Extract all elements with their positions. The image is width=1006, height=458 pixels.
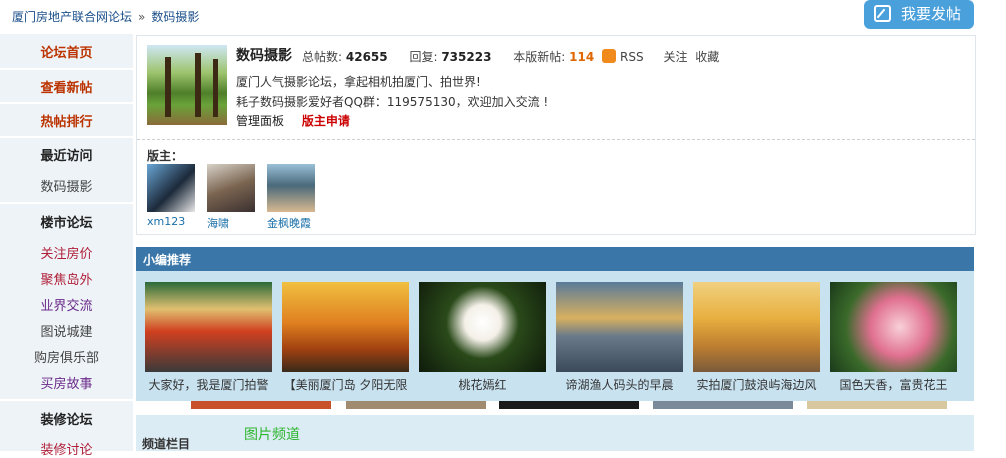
new-post-button[interactable]: 我要发帖: [864, 0, 974, 29]
sidebar-item-digital-photo[interactable]: 数码摄影: [0, 176, 133, 195]
forum-description: 厦门人气摄影论坛，拿起相机拍厦门、拍世界!: [236, 75, 481, 89]
sidebar-heading-property-forum: 楼市论坛: [40, 216, 93, 231]
breadcrumb: 厦门房地产联合网论坛 » 数码摄影: [12, 8, 199, 25]
sidebar-item-outer-island[interactable]: 聚焦岛外: [0, 269, 133, 288]
posts-count: 42655: [345, 50, 388, 64]
breadcrumb-root-link[interactable]: 厦门房地产联合网论坛: [12, 10, 132, 24]
featured-caption[interactable]: 大家好，我是厦门拍警: [145, 376, 272, 393]
strip-image: [346, 401, 486, 409]
strip-image: [807, 401, 947, 409]
sidebar: 论坛首页 查看新帖 热帖排行 最近访问 数码摄影 楼市论坛 关注房价 聚焦岛外 …: [0, 34, 133, 458]
replies-label: 回复:: [409, 50, 438, 64]
featured-caption[interactable]: 桃花嫣红: [419, 376, 546, 393]
sidebar-divider: [0, 68, 133, 70]
new-post-label: 我要发帖: [901, 5, 962, 23]
featured-header: 小编推荐: [136, 247, 974, 271]
featured-item[interactable]: 实拍厦门鼓浪屿海边风: [693, 282, 820, 393]
posts-label: 总帖数:: [302, 50, 343, 64]
forum-title: 数码摄影: [236, 48, 292, 64]
secondary-strip: [136, 401, 974, 413]
moderator-avatar[interactable]: [267, 164, 315, 212]
rss-link[interactable]: RSS: [620, 50, 644, 64]
breadcrumb-separator: »: [138, 10, 146, 24]
channel-section: 频道栏目 图片频道: [136, 415, 974, 451]
sidebar-item-hot-ranking[interactable]: 热帖排行: [0, 111, 133, 130]
sidebar-divider: [0, 136, 133, 138]
forum-stats: 总帖数: 42655 回复: 735223 本版新帖: 114 RSS 关注 收…: [302, 48, 719, 65]
featured-caption[interactable]: 国色天香，富贵花王: [830, 376, 957, 393]
sidebar-heading-decoration-forum: 装修论坛: [40, 413, 93, 428]
featured-caption[interactable]: 实拍厦门鼓浪屿海边风: [693, 376, 820, 393]
moderator-avatar[interactable]: [147, 164, 195, 212]
sidebar-heading-recent: 最近访问: [40, 149, 93, 164]
moderators-label: 版主：: [147, 149, 184, 163]
forum-thumbnail: [147, 45, 227, 125]
new-posts-label: 本版新帖:: [513, 50, 566, 64]
featured-image[interactable]: [830, 282, 957, 372]
sidebar-item-buyers-club[interactable]: 购房俱乐部: [0, 347, 133, 366]
sidebar-item-new-posts[interactable]: 查看新帖: [0, 77, 133, 96]
featured-item[interactable]: 【美丽厦门岛 夕阳无限: [282, 282, 409, 393]
strip-image: [191, 401, 331, 409]
featured-image[interactable]: [693, 282, 820, 372]
featured-caption[interactable]: 【美丽厦门岛 夕阳无限: [282, 376, 409, 393]
featured-title: 小编推荐: [143, 253, 192, 267]
divider: [137, 139, 975, 140]
follow-link[interactable]: 关注: [663, 50, 687, 64]
forum-admin-links: 管理面板 版主申请: [236, 112, 350, 129]
admin-panel-link[interactable]: 管理面板: [236, 114, 284, 128]
moderator-name[interactable]: 金枫晚霞: [267, 215, 337, 231]
forum-info-panel: 数码摄影 总帖数: 42655 回复: 735223 本版新帖: 114 RSS…: [136, 35, 976, 235]
new-posts-count: 114: [569, 50, 595, 64]
forum-qq-group: 耗子数码摄影爱好者QQ群：119575130，欢迎加入交流 !: [236, 95, 549, 109]
top-bar: 厦门房地产联合网论坛 » 数码摄影 我要发帖: [0, 0, 1006, 34]
featured-image[interactable]: [419, 282, 546, 372]
breadcrumb-current-link[interactable]: 数码摄影: [151, 10, 199, 24]
replies-count: 735223: [441, 50, 492, 64]
sidebar-divider: [0, 102, 133, 104]
sidebar-item-decoration-discussion[interactable]: 装修讨论: [0, 439, 133, 458]
strip-image: [499, 401, 639, 409]
edit-icon: [874, 5, 891, 22]
picture-channel-link[interactable]: 图片频道: [244, 424, 300, 444]
featured-item[interactable]: 国色天香，富贵花王: [830, 282, 957, 393]
featured-item[interactable]: 谛湖渔人码头的早晨: [556, 282, 683, 393]
channel-column-label: 频道栏目: [142, 437, 191, 451]
sidebar-item-city-construction[interactable]: 图说城建: [0, 321, 133, 340]
featured-carousel: 大家好，我是厦门拍警 【美丽厦门岛 夕阳无限 桃花嫣红 谛湖渔人码头的早晨 实拍…: [136, 271, 974, 401]
strip-image: [653, 401, 793, 409]
moderator-item[interactable]: 金枫晚霞: [267, 164, 337, 231]
sidebar-item-forum-home[interactable]: 论坛首页: [0, 42, 133, 61]
sidebar-item-house-prices[interactable]: 关注房价: [0, 243, 133, 262]
sidebar-item-industry-exchange[interactable]: 业界交流: [0, 295, 133, 314]
featured-caption[interactable]: 谛湖渔人码头的早晨: [556, 376, 683, 393]
featured-item[interactable]: 大家好，我是厦门拍警: [145, 282, 272, 393]
sidebar-divider: [0, 202, 133, 204]
sidebar-item-buying-stories[interactable]: 买房故事: [0, 373, 133, 392]
apply-moderator-link[interactable]: 版主申请: [302, 114, 350, 128]
featured-item[interactable]: 桃花嫣红: [419, 282, 546, 393]
featured-image[interactable]: [556, 282, 683, 372]
moderator-avatar[interactable]: [207, 164, 255, 212]
favorite-link[interactable]: 收藏: [695, 50, 719, 64]
rss-icon[interactable]: [602, 49, 617, 63]
featured-image[interactable]: [145, 282, 272, 372]
sidebar-divider: [0, 399, 133, 401]
featured-image[interactable]: [282, 282, 409, 372]
